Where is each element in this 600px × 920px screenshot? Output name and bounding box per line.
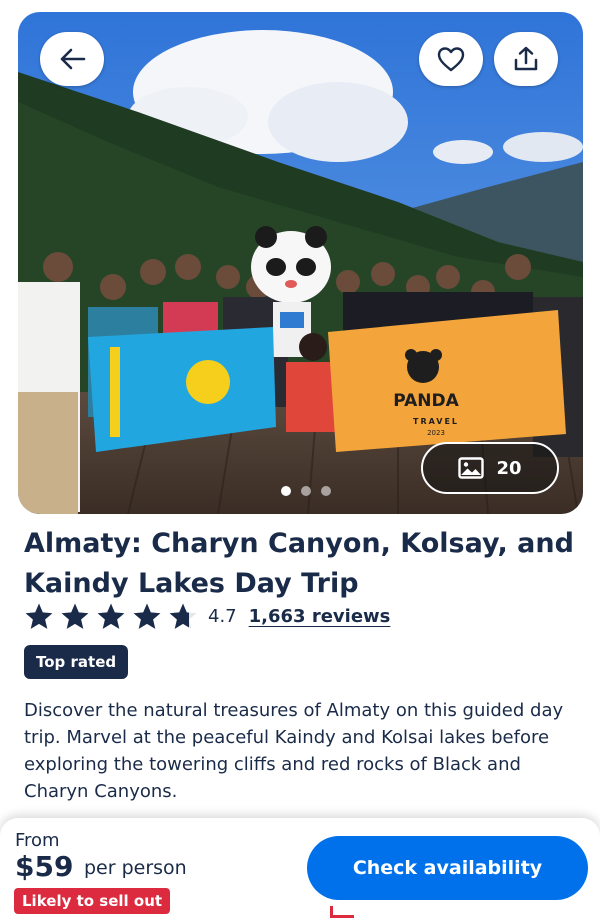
flag-year-text: 2023 [427, 429, 445, 437]
star-icon [61, 603, 89, 629]
booking-bar: From $59 per person Likely to sell out C… [0, 818, 600, 920]
flag-panda-text: PANDA [393, 391, 459, 411]
carousel-indicator [281, 486, 331, 496]
activity-description: Discover the natural treasures of Almaty… [24, 700, 564, 802]
reviews-link[interactable]: 1,663 reviews [249, 606, 391, 627]
star-icon [25, 603, 53, 629]
tour-group-photo: PANDA TRAVEL 2023 [18, 12, 583, 514]
photo-gallery-button[interactable]: 20 [421, 442, 559, 494]
image-icon [458, 457, 485, 479]
top-rated-badge: Top rated [24, 645, 129, 679]
check-availability-button[interactable]: Check availability [307, 836, 588, 900]
red-corner-mark [330, 906, 354, 918]
arrow-left-icon [60, 48, 86, 70]
share-button[interactable] [494, 32, 558, 86]
star-rating [24, 602, 198, 630]
flag-travel-text: TRAVEL [413, 417, 459, 426]
carousel-dot[interactable] [301, 486, 311, 496]
price: $59 [15, 850, 74, 883]
hero-image[interactable]: PANDA TRAVEL 2023 20 [18, 12, 583, 514]
from-label: From [15, 830, 60, 851]
activity-title: Almaty: Charyn Canyon, Kolsay, and Kaind… [24, 528, 574, 599]
carousel-dot[interactable] [321, 486, 331, 496]
back-button[interactable] [40, 32, 104, 86]
share-icon [514, 46, 538, 71]
star-icon [133, 603, 161, 629]
heart-icon [437, 47, 465, 72]
carousel-dot[interactable] [281, 486, 291, 496]
per-person-label: per person [84, 857, 187, 879]
likely-to-sell-out-badge: Likely to sell out [14, 888, 171, 914]
favorite-button[interactable] [419, 32, 483, 86]
star-icon [97, 603, 125, 629]
photo-count: 20 [496, 457, 522, 479]
star-icon [169, 603, 197, 629]
rating-value: 4.7 [208, 605, 237, 627]
rating-row: 4.7 1,663 reviews [24, 600, 390, 632]
